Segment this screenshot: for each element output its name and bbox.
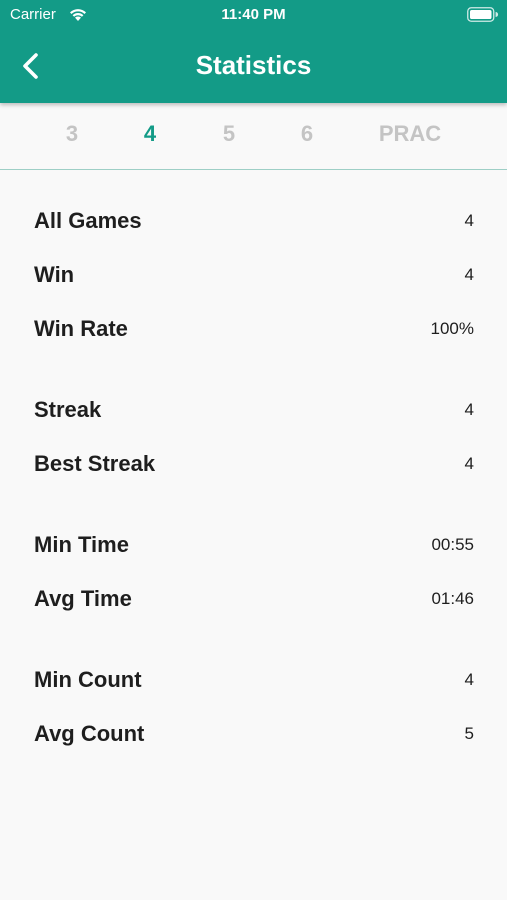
tab-3[interactable]: 3 [32,121,112,147]
stat-value: 4 [464,400,474,419]
stats-list: All Games 4 Win 4 Win Rate 100% Streak 4… [34,204,474,771]
stat-value: 4 [464,211,474,230]
stat-row-win: Win 4 [34,258,474,312]
stat-label: Min Time [34,532,129,557]
grid-size-tabs: 3 4 5 6 PRAC [0,103,507,170]
stat-row-streak: Streak 4 [34,393,474,447]
stat-row-min-count: Min Count 4 [34,663,474,717]
stat-value: 4 [464,454,474,473]
stat-row-all-games: All Games 4 [34,204,474,258]
clock: 11:40 PM [221,6,286,23]
stat-value: 01:46 [431,589,474,608]
stat-label: All Games [34,208,142,233]
tab-practice[interactable]: PRAC [370,121,450,147]
stat-label: Best Streak [34,451,156,476]
stat-row-avg-count: Avg Count 5 [34,717,474,771]
tab-4[interactable]: 4 [110,121,190,147]
header-bar: Carrier 11:40 PM Statistics [0,0,507,103]
stat-row-min-time: Min Time 00:55 [34,528,474,582]
stat-label: Win Rate [34,316,128,341]
stat-value: 100% [430,319,474,338]
stat-value: 00:55 [431,535,474,554]
stat-label: Avg Count [34,721,145,746]
stat-value: 4 [464,670,474,689]
stat-value: 4 [464,265,474,284]
stat-value: 5 [464,724,474,743]
statistics-screen: Carrier 11:40 PM Statistics 3 4 5 6 PRAC… [0,0,507,900]
stat-label: Min Count [34,667,142,692]
stat-label: Streak [34,397,102,422]
battery-icon [467,7,499,22]
stat-row-win-rate: Win Rate 100% [34,312,474,366]
stat-label: Avg Time [34,586,132,611]
tab-6[interactable]: 6 [267,121,347,147]
page-title: Statistics [195,50,312,80]
stat-label: Win [34,262,75,287]
stat-row-avg-time: Avg Time 01:46 [34,582,474,636]
stat-row-best-streak: Best Streak 4 [34,447,474,501]
status-bar: Carrier 11:40 PM [0,0,507,30]
tab-5[interactable]: 5 [189,121,269,147]
